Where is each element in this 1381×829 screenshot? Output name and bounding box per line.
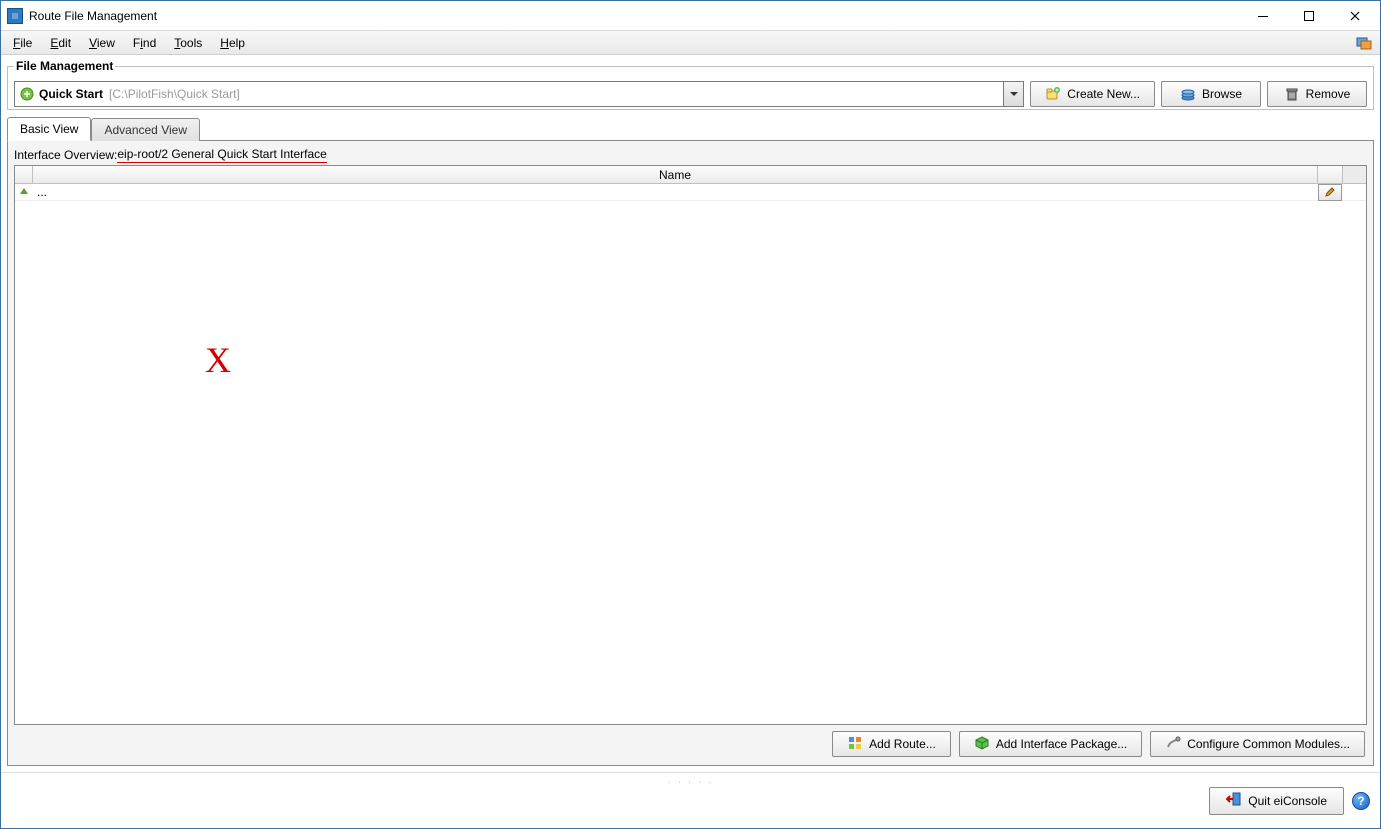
- browse-icon: [1180, 86, 1196, 102]
- menubar: File Edit View Find Tools Help: [1, 31, 1380, 55]
- add-interface-package-button[interactable]: Add Interface Package...: [959, 731, 1142, 757]
- routes-table: Name ... X: [14, 165, 1367, 725]
- col-name[interactable]: Name: [33, 166, 1318, 183]
- interface-overview-value[interactable]: eip-root/2 General Quick Start Interface: [117, 147, 326, 163]
- file-management-legend: File Management: [14, 59, 115, 73]
- add-interface-package-icon: [974, 735, 990, 754]
- menu-find[interactable]: Find: [125, 34, 164, 52]
- routes-table-header: Name: [15, 166, 1366, 184]
- menu-edit[interactable]: Edit: [42, 34, 79, 52]
- quit-button[interactable]: Quit eiConsole: [1209, 787, 1344, 815]
- interface-overview: Interface Overview: eip-root/2 General Q…: [14, 147, 1367, 163]
- quickstart-icon: [19, 86, 35, 102]
- configure-icon: [1165, 735, 1181, 754]
- row-up-icon: [15, 187, 33, 197]
- maximize-button[interactable]: [1286, 2, 1332, 30]
- view-tabs: Basic View Advanced View: [7, 116, 1374, 140]
- tab-basic-view[interactable]: Basic View: [7, 117, 91, 141]
- minimize-button[interactable]: [1240, 2, 1286, 30]
- resize-grip[interactable]: · · · · ·: [668, 777, 714, 788]
- annotation-x-mark: X: [205, 339, 231, 381]
- add-route-icon: [847, 735, 863, 754]
- working-dir-path: [C:\PilotFish\Quick Start]: [109, 87, 240, 101]
- create-new-button[interactable]: Create New...: [1030, 81, 1155, 107]
- row-edit-button[interactable]: [1318, 184, 1342, 201]
- window-title: Route File Management: [29, 9, 157, 23]
- browse-button[interactable]: Browse: [1161, 81, 1261, 107]
- close-button[interactable]: [1332, 2, 1378, 30]
- help-button[interactable]: ?: [1352, 792, 1370, 810]
- remove-button[interactable]: Remove: [1267, 81, 1367, 107]
- working-dir-dropdown[interactable]: [1003, 82, 1023, 106]
- routes-table-body: ... X: [15, 184, 1366, 724]
- menubar-right-icon[interactable]: [1356, 35, 1372, 51]
- create-new-icon: [1045, 86, 1061, 102]
- menu-tools[interactable]: Tools: [166, 34, 210, 52]
- file-management-fieldset: File Management Quick Start [C:\PilotFis…: [7, 59, 1374, 110]
- quit-label: Quit eiConsole: [1248, 794, 1327, 808]
- titlebar: Route File Management: [1, 1, 1380, 31]
- remove-label: Remove: [1306, 87, 1351, 101]
- menu-view[interactable]: View: [81, 34, 123, 52]
- working-dir-name: Quick Start: [39, 87, 103, 101]
- table-row[interactable]: ...: [15, 184, 1366, 201]
- window-controls: [1240, 2, 1378, 30]
- working-dir-combo[interactable]: Quick Start [C:\PilotFish\Quick Start]: [14, 81, 1024, 107]
- menu-help[interactable]: Help: [212, 34, 253, 52]
- tab-advanced-view[interactable]: Advanced View: [91, 118, 200, 141]
- col-edit[interactable]: [1318, 166, 1342, 183]
- col-icon[interactable]: [15, 166, 33, 183]
- configure-label: Configure Common Modules...: [1187, 737, 1350, 751]
- working-dir-row: Quick Start [C:\PilotFish\Quick Start] C…: [14, 81, 1367, 107]
- quit-icon: [1226, 791, 1242, 810]
- footer: · · · · · Quit eiConsole ?: [1, 772, 1380, 828]
- app-icon: [7, 8, 23, 24]
- tab-bottom-buttons: Add Route... Add Interface Package... Co…: [14, 725, 1367, 759]
- create-new-label: Create New...: [1067, 87, 1140, 101]
- browse-label: Browse: [1202, 87, 1242, 101]
- add-route-button[interactable]: Add Route...: [832, 731, 951, 757]
- col-scroll-gap: [1342, 166, 1366, 183]
- add-route-label: Add Route...: [869, 737, 936, 751]
- row-name: ...: [33, 185, 1318, 199]
- basic-view-panel: Interface Overview: eip-root/2 General Q…: [7, 140, 1374, 766]
- menu-file[interactable]: File: [5, 34, 40, 52]
- add-interface-package-label: Add Interface Package...: [996, 737, 1127, 751]
- remove-icon: [1284, 86, 1300, 102]
- app-window: Route File Management File Edit View Fin…: [0, 0, 1381, 829]
- configure-common-modules-button[interactable]: Configure Common Modules...: [1150, 731, 1365, 757]
- interface-overview-label: Interface Overview:: [14, 148, 117, 162]
